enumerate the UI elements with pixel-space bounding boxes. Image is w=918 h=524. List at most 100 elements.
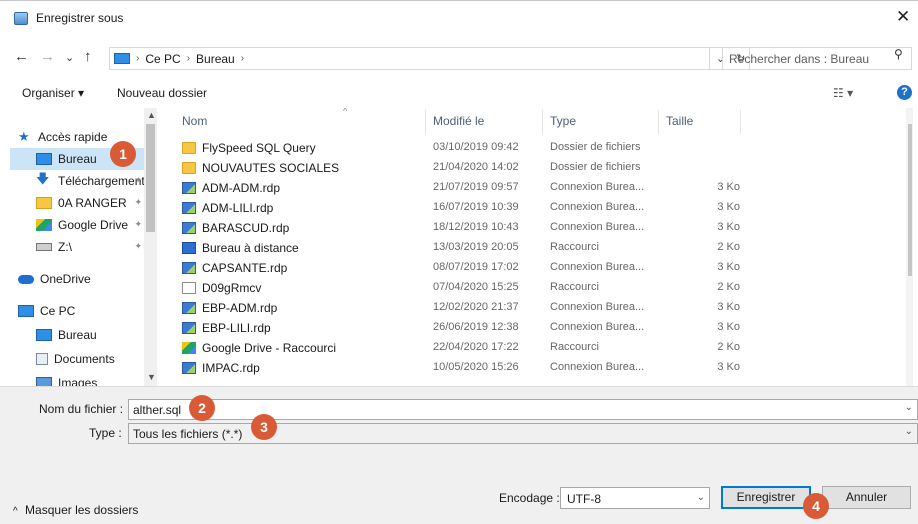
network-drive-icon [36, 243, 52, 251]
organize-button[interactable]: Organiser ▾ [22, 86, 84, 100]
recent-locations-icon[interactable]: ⌄ [65, 51, 74, 64]
scroll-up-icon[interactable]: ▲ [147, 110, 156, 120]
file-modified: 22/04/2020 17:22 [433, 341, 519, 353]
sidebar-item-ce-pc[interactable]: Ce PC [10, 300, 144, 322]
column-header-name[interactable]: Nom [182, 114, 207, 136]
address-bar[interactable]: › Ce PC › Bureau › [109, 47, 710, 70]
file-name: ADM-LILI.rdp [182, 201, 273, 215]
filename-field[interactable]: alther.sql ⌄ [128, 399, 918, 420]
help-icon[interactable]: ? [897, 85, 912, 100]
sidebar-item-0a-ranger[interactable]: 0A RANGER ✦ [10, 192, 144, 214]
file-type: Raccourci [550, 281, 599, 293]
remote-desktop-icon [182, 202, 196, 214]
file-size: 3 Ko [717, 321, 740, 333]
column-header-modified[interactable]: Modifié le [433, 114, 484, 136]
file-type: Raccourci [550, 341, 599, 353]
shortcut-icon [182, 242, 196, 254]
file-type: Raccourci [550, 241, 599, 253]
breadcrumb-ce-pc[interactable]: Ce PC [145, 52, 180, 66]
file-row[interactable]: ADM-ADM.rdp 21/07/2019 09:57 Connexion Bur… [160, 178, 900, 198]
file-name-text: BARASCUD.rdp [202, 221, 290, 235]
file-name-text: Bureau à distance [202, 241, 299, 255]
file-type-select[interactable]: Tous les fichiers (*.*) ⌄ [128, 423, 918, 444]
chevron-down-icon[interactable]: ⌄ [697, 492, 705, 503]
sidebar-item-label: Ce PC [40, 304, 76, 318]
file-row[interactable]: NOUVAUTES SOCIALES 21/04/2020 14:02 Dossie… [160, 158, 900, 178]
pin-icon: ✦ [134, 219, 142, 229]
sidebar-item-telechargements[interactable]: 🡇 Téléchargements ✦ [10, 170, 144, 192]
file-row[interactable]: FlySpeed SQL Query 03/10/2019 09:42 Dossie… [160, 138, 900, 158]
documents-icon [36, 353, 48, 365]
step-badge-3: 3 [251, 414, 277, 440]
file-row[interactable]: EBP-LILI.rdp 26/06/2019 12:38 Connexion Bu… [160, 318, 900, 338]
file-name: NOUVAUTES SOCIALES [182, 161, 339, 175]
file-type: Connexion Burea... [550, 321, 645, 333]
search-icon[interactable]: ⚲ [894, 47, 903, 61]
breadcrumb-bureau[interactable]: Bureau [196, 52, 235, 66]
file-size: 2 Ko [717, 241, 740, 253]
encoding-select[interactable]: UTF-8 ⌄ [560, 487, 710, 509]
file-row[interactable]: Bureau à distance 13/03/2019 20:05 Raccour… [160, 238, 900, 258]
chevron-down-icon[interactable]: ⌄ [905, 426, 913, 437]
download-icon: 🡇 [36, 171, 50, 186]
sidebar-item-documents[interactable]: Documents [10, 348, 144, 370]
file-row[interactable]: IMPAC.rdp 10/05/2020 15:26 Connexion Burea… [160, 358, 900, 378]
file-name-text: NOUVAUTES SOCIALES [202, 161, 340, 175]
navigation-scroll-thumb[interactable] [146, 124, 155, 232]
sidebar-item-images[interactable]: Images [10, 372, 144, 386]
pin-icon: ✦ [134, 175, 142, 185]
file-modified: 13/03/2019 20:05 [433, 241, 519, 253]
up-arrow-icon[interactable]: ↑ [84, 48, 92, 65]
file-name-text: ADM-LILI.rdp [202, 201, 274, 215]
hide-folders-label: Masquer les dossiers [25, 503, 139, 517]
sidebar-item-z-drive[interactable]: Z:\ ✦ [10, 236, 144, 258]
step-badge-2: 2 [189, 395, 215, 421]
close-icon[interactable]: ✕ [896, 7, 910, 27]
forward-arrow-icon[interactable]: → [40, 48, 55, 65]
file-name-text: ADM-ADM.rdp [202, 181, 281, 195]
sidebar-item-label: Z:\ [58, 240, 72, 254]
file-name: EBP-LILI.rdp [182, 321, 271, 335]
view-options-icon[interactable]: ☷ ▾ [833, 86, 853, 100]
back-arrow-icon[interactable]: ← [14, 48, 29, 65]
cancel-button[interactable]: Annuler [822, 486, 911, 509]
file-type: Connexion Burea... [550, 361, 645, 373]
save-dialog-icon [14, 12, 28, 25]
file-row[interactable]: CAPSANTE.rdp 08/07/2019 17:02 Connexion Bu… [160, 258, 900, 278]
encoding-value: UTF-8 [567, 492, 601, 506]
file-row[interactable]: EBP-ADM.rdp 12/02/2020 21:37 Connexion Bur… [160, 298, 900, 318]
file-name: ADM-ADM.rdp [182, 181, 280, 195]
search-input[interactable]: Rechercher dans : Bureau [722, 47, 912, 70]
sidebar-item-google-drive[interactable]: Google Drive ✦ [10, 214, 144, 236]
save-button[interactable]: Enregistrer [721, 486, 811, 509]
file-row[interactable]: ADM-LILI.rdp 16/07/2019 10:39 Connexion Bu… [160, 198, 900, 218]
file-name-text: D09gRmcv [202, 281, 262, 295]
file-type: Dossier de fichiers [550, 141, 641, 153]
cloud-icon [18, 274, 34, 284]
chevron-down-icon[interactable]: ⌄ [905, 402, 913, 413]
sidebar-item-label: Accès rapide [38, 130, 108, 144]
file-row[interactable]: BARASCUD.rdp 18/12/2019 10:43 Connexion Bu… [160, 218, 900, 238]
sidebar-item-onedrive[interactable]: OneDrive [10, 268, 144, 290]
file-name: EBP-ADM.rdp [182, 301, 277, 315]
scroll-down-icon[interactable]: ▼ [147, 372, 156, 382]
chevron-right-icon: › [136, 53, 140, 64]
file-modified: 03/10/2019 09:42 [433, 141, 519, 153]
sidebar-item-label: Bureau [58, 152, 97, 166]
column-header-type[interactable]: Type [550, 114, 576, 136]
new-folder-button[interactable]: Nouveau dossier [117, 86, 207, 100]
column-header-size[interactable]: Taille [666, 114, 693, 136]
file-size: 3 Ko [717, 301, 740, 313]
file-list-scroll-thumb[interactable] [908, 124, 912, 276]
file-size: 3 Ko [717, 201, 740, 213]
hide-folders-button[interactable]: ^ Masquer les dossiers [13, 503, 138, 517]
file-row[interactable]: Google Drive - Raccourci 22/04/2020 17:22… [160, 338, 900, 358]
type-label: Type : [89, 426, 122, 440]
file-list: ^ Nom Modifié le Type Taille FlySpeed SQ… [160, 108, 913, 386]
sidebar-item-bureau-pc[interactable]: Bureau [10, 324, 144, 346]
folder-icon [182, 162, 196, 174]
folder-icon [182, 142, 196, 154]
shortcut-icon [182, 282, 196, 294]
file-size: 3 Ko [717, 181, 740, 193]
file-row[interactable]: D09gRmcv 07/04/2020 15:25 Raccourci 2 Ko [160, 278, 900, 298]
